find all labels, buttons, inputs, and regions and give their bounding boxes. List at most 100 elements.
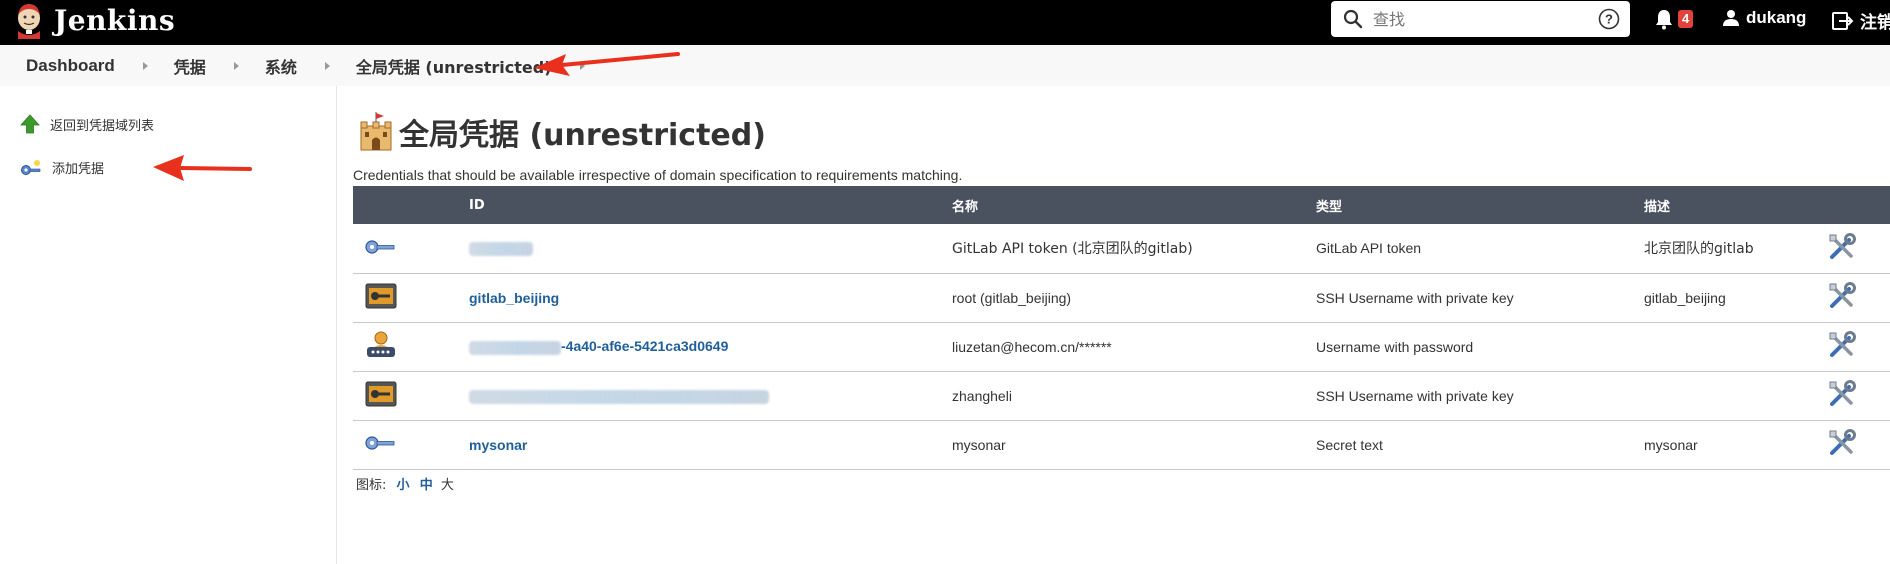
breadcrumb-system[interactable]: 系统 [265, 54, 297, 78]
credential-name: GitLab API token (北京团队的gitlab) [952, 224, 1316, 274]
search-icon [1343, 9, 1363, 29]
task-add-credentials[interactable]: 添加凭据 [20, 158, 104, 177]
top-header: Jenkins ? 4 dukang 注销 [0, 0, 1890, 45]
bell-icon [1656, 10, 1672, 30]
logout-label: 注销 [1860, 13, 1890, 33]
annotation-arrow [534, 52, 680, 76]
row-action-cell [1827, 322, 1890, 372]
row-icon-cell [353, 224, 469, 274]
breadcrumb-separator [142, 61, 148, 70]
logout-button[interactable]: 注销 [1832, 8, 1890, 33]
credential-name: liuzetan@hecom.cn/****** [952, 322, 1316, 372]
help-icon[interactable]: ? [1598, 8, 1620, 30]
table-row: -4a40-af6e-5421ca3d0649 liuzetan@hecom.c… [353, 322, 1890, 372]
table-row: GitLab API token (北京团队的gitlab) GitLab AP… [353, 224, 1890, 274]
column-header-type[interactable]: 类型 [1316, 186, 1644, 224]
configure-tools-icon[interactable] [1827, 379, 1857, 409]
castle-icon [360, 112, 392, 151]
credential-id-cell: mysonar [469, 420, 952, 470]
credential-id-link[interactable]: gitlab_beijing [469, 290, 559, 306]
column-header-description[interactable]: 描述 [1644, 186, 1827, 224]
task-label: 添加凭据 [52, 162, 105, 177]
credential-id-cell [469, 371, 952, 421]
row-icon-cell [353, 273, 469, 323]
jenkins-butler-icon [18, 4, 40, 39]
credential-name: root (gitlab_beijing) [952, 273, 1316, 323]
column-header-id[interactable]: ID [469, 186, 952, 224]
row-action-cell [1827, 371, 1890, 421]
key-add-icon [21, 159, 41, 175]
credential-id-cell: -4a40-af6e-5421ca3d0649 [469, 322, 952, 372]
svg-text:?: ? [1605, 12, 1613, 27]
credential-name: zhangheli [952, 371, 1316, 421]
breadcrumb: Dashboard 凭据 系统 全局凭据 (unrestricted) [0, 45, 1890, 86]
configure-tools-icon[interactable] [1827, 330, 1857, 360]
logout-icon [1832, 11, 1854, 30]
table-row: gitlab_beijing root (gitlab_beijing) SSH… [353, 273, 1890, 323]
configure-tools-icon[interactable] [1827, 281, 1857, 311]
user-password-icon [367, 331, 395, 357]
configure-tools-icon[interactable] [1827, 232, 1857, 262]
row-action-cell [1827, 273, 1890, 323]
user-icon [1723, 10, 1739, 26]
key-icon [365, 436, 395, 450]
configure-tools-icon[interactable] [1827, 428, 1857, 458]
breadcrumb-credentials[interactable]: 凭据 [174, 54, 206, 78]
annotation-arrow [153, 155, 252, 181]
notifications-button[interactable]: 4 [1654, 8, 1694, 30]
credential-id-link[interactable] [469, 387, 769, 404]
credential-name: mysonar [952, 420, 1316, 470]
task-label: 返回到凭据域列表 [50, 118, 155, 134]
row-icon-cell [353, 322, 469, 372]
column-header-name[interactable]: 名称 [952, 186, 1316, 224]
header-action-cell [1827, 186, 1890, 224]
page-description: Credentials that should be available irr… [353, 167, 963, 183]
user-name: dukang [1746, 8, 1807, 27]
icon-size-small[interactable]: 小 [397, 478, 410, 493]
up-arrow-icon [20, 114, 40, 134]
icon-size-large: 大 [440, 478, 454, 493]
icon-size-medium[interactable]: 中 [420, 478, 433, 493]
breadcrumb-dashboard[interactable]: Dashboard [26, 56, 115, 76]
page-title: 全局凭据 (unrestricted) [399, 118, 766, 153]
row-icon-cell [353, 371, 469, 421]
credential-description: mysonar [1644, 420, 1827, 470]
page-header: 全局凭据 (unrestricted) [357, 110, 766, 154]
credential-description: gitlab_beijing [1644, 273, 1827, 323]
credential-id-link[interactable] [469, 240, 533, 257]
credential-type: Username with password [1316, 322, 1644, 372]
task-back-to-domains[interactable]: 返回到凭据域列表 [20, 114, 154, 134]
search-box: ? [1331, 1, 1630, 37]
credential-description [1644, 322, 1827, 372]
header-icon-cell [353, 186, 469, 224]
ssh-key-icon [365, 381, 397, 407]
credential-type: SSH Username with private key [1316, 273, 1644, 323]
row-action-cell [1827, 224, 1890, 274]
table-header-row: ID 名称 类型 描述 [353, 186, 1890, 224]
icon-size-label: 图标: [356, 478, 387, 493]
credential-id-link[interactable]: mysonar [469, 437, 527, 453]
breadcrumb-separator [324, 61, 330, 70]
icon-size-selector: 图标: 小 中 大 [356, 474, 454, 493]
credential-type: SSH Username with private key [1316, 371, 1644, 421]
breadcrumb-global-credentials[interactable]: 全局凭据 (unrestricted) [356, 54, 552, 78]
redacted-text [469, 389, 769, 404]
row-action-cell [1827, 420, 1890, 470]
table-row: mysonar mysonar Secret text mysonar [353, 420, 1890, 470]
jenkins-logo[interactable]: Jenkins [12, 0, 175, 40]
ssh-key-icon [365, 283, 397, 309]
breadcrumb-separator [233, 61, 239, 70]
credential-id-link[interactable]: -4a40-af6e-5421ca3d0649 [469, 338, 728, 355]
search-input[interactable] [1373, 7, 1583, 31]
credential-type: Secret text [1316, 420, 1644, 470]
row-icon-cell [353, 420, 469, 470]
key-icon [365, 240, 395, 254]
user-menu[interactable]: dukang [1722, 8, 1806, 28]
credential-description: 北京团队的gitlab [1644, 224, 1827, 274]
table-row: zhangheli SSH Username with private key [353, 371, 1890, 421]
redacted-text [469, 242, 533, 257]
redacted-text [469, 340, 561, 355]
credential-type: GitLab API token [1316, 224, 1644, 274]
credential-id-cell [469, 224, 952, 274]
credential-description [1644, 371, 1827, 421]
